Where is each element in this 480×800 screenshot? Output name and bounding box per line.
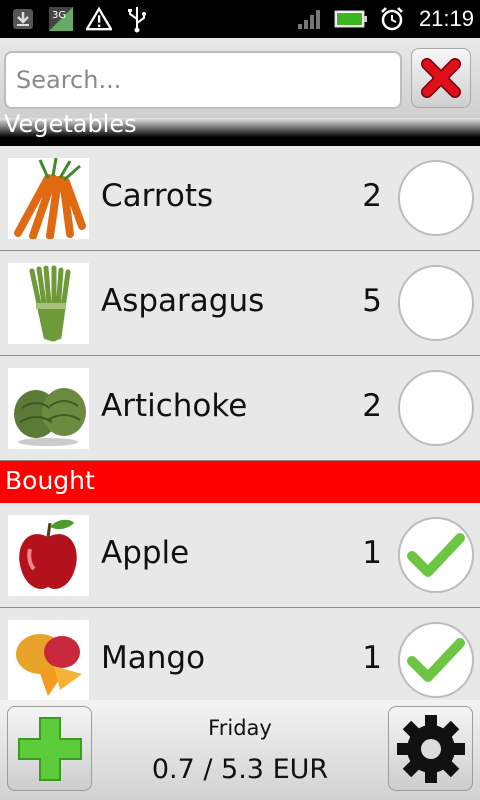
list-item[interactable]: Carrots 2: [0, 146, 480, 251]
item-quantity: 2: [362, 178, 382, 214]
section-header-vegetables: Vegetables: [4, 110, 137, 138]
item-quantity: 1: [362, 640, 382, 676]
3g-data-icon: 3G: [48, 6, 74, 32]
item-name: Artichoke: [101, 388, 248, 424]
current-day: Friday: [208, 716, 272, 740]
warning-icon: [86, 6, 112, 32]
list-item[interactable]: Asparagus 5: [0, 251, 480, 356]
list-item[interactable]: Apple 1: [0, 503, 480, 608]
item-name: Apple: [101, 535, 190, 571]
clear-search-button[interactable]: [411, 48, 471, 108]
item-checkbox[interactable]: [398, 370, 474, 446]
checkmark-icon: [407, 533, 465, 577]
asparagus-image: [8, 263, 89, 344]
item-quantity: 1: [362, 535, 382, 571]
gear-icon: [396, 714, 465, 783]
item-checkbox[interactable]: [398, 622, 474, 698]
close-icon: [421, 58, 461, 98]
shopping-list[interactable]: Carrots 2 Asparagus 5 Artichoke 2 Bought…: [0, 146, 480, 713]
section-bought-label: Bought: [5, 466, 95, 495]
settings-button[interactable]: [388, 706, 473, 791]
item-checkbox[interactable]: [398, 517, 474, 593]
search-input[interactable]: [4, 51, 402, 109]
svg-text:3G: 3G: [52, 10, 66, 21]
usb-icon: [124, 6, 150, 33]
checkmark-icon: [407, 638, 465, 682]
item-checkbox[interactable]: [398, 265, 474, 341]
alarm-icon: [379, 6, 405, 32]
battery-icon: [333, 6, 369, 32]
item-checkbox[interactable]: [398, 160, 474, 236]
status-bar: 3G 21:19: [0, 0, 480, 38]
apple-image: [8, 515, 89, 596]
list-item[interactable]: Mango 1: [0, 608, 480, 713]
list-item[interactable]: Artichoke 2: [0, 356, 480, 461]
price-total: 0.7 / 5.3 EUR: [151, 754, 329, 785]
clock-time: 21:19: [418, 6, 474, 31]
item-name: Carrots: [101, 178, 214, 214]
artichoke-image: [8, 368, 89, 449]
mango-image: [8, 620, 89, 701]
search-bar: [0, 38, 480, 118]
plus-icon: [17, 716, 82, 781]
download-icon: [10, 6, 36, 32]
item-name: Mango: [101, 640, 206, 676]
item-name: Asparagus: [101, 283, 265, 319]
item-quantity: 2: [362, 388, 382, 424]
add-item-button[interactable]: [7, 706, 92, 791]
carrots-image: [8, 158, 89, 239]
signal-icon: [297, 6, 323, 32]
item-quantity: 5: [362, 283, 382, 319]
section-header-bought: Bought: [0, 461, 480, 503]
bottom-bar: Friday 0.7 / 5.3 EUR: [0, 700, 480, 800]
